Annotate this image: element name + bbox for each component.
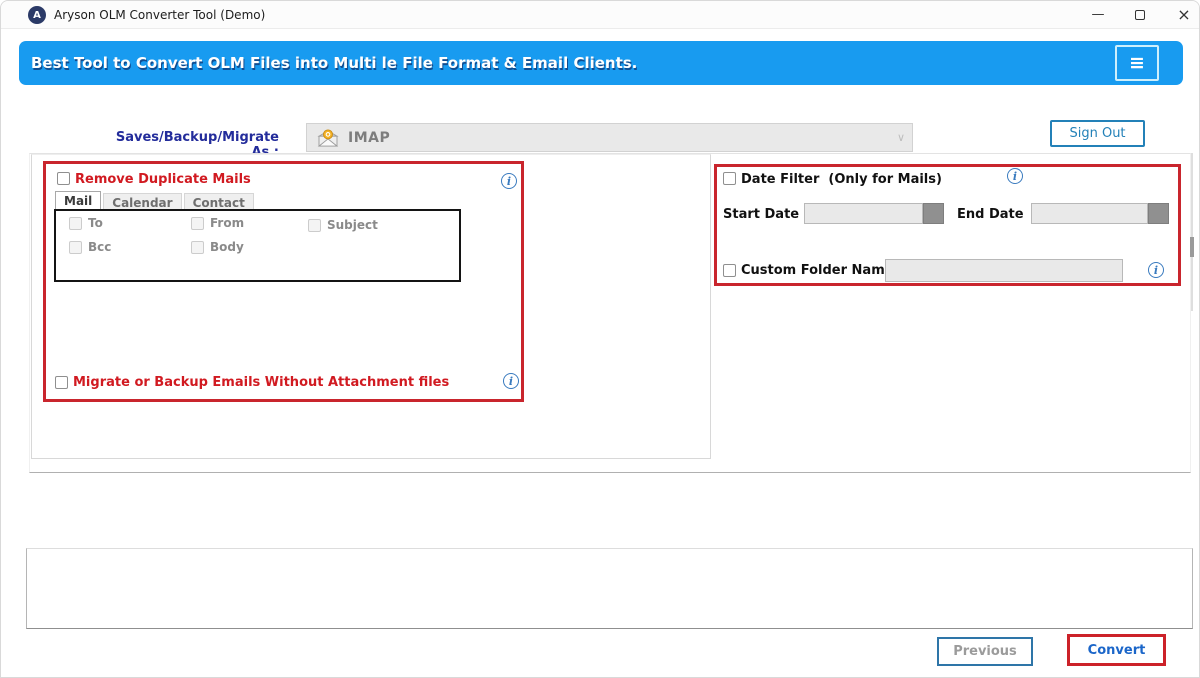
previous-button[interactable]: Previous xyxy=(937,637,1033,666)
field-to: To xyxy=(69,216,103,230)
from-checkbox[interactable] xyxy=(191,217,204,230)
scrollbar-thumb[interactable] xyxy=(1190,237,1194,257)
convert-button[interactable]: Convert xyxy=(1067,634,1166,666)
info-icon[interactable]: i xyxy=(1007,168,1023,184)
start-date-input[interactable] xyxy=(804,203,923,224)
end-date-picker-button[interactable] xyxy=(1148,203,1169,224)
app-logo-icon: A xyxy=(28,6,46,24)
without-attachment-checkbox[interactable] xyxy=(55,376,68,389)
field-bcc: Bcc xyxy=(69,240,111,254)
bcc-checkbox[interactable] xyxy=(69,241,82,254)
custom-folder-checkbox[interactable] xyxy=(723,264,736,277)
info-icon[interactable]: i xyxy=(1148,262,1164,278)
remove-duplicate-label: Remove Duplicate Mails xyxy=(75,172,251,187)
end-date-label: End Date xyxy=(957,207,1024,222)
window-title: Aryson OLM Converter Tool (Demo) xyxy=(54,8,265,22)
chevron-down-icon: ∨ xyxy=(897,131,905,144)
to-checkbox[interactable] xyxy=(69,217,82,230)
info-icon[interactable]: i xyxy=(501,173,517,189)
menu-button[interactable]: ≡ xyxy=(1115,45,1159,81)
title-bar: A Aryson OLM Converter Tool (Demo) — × xyxy=(1,1,1200,29)
maximize-button[interactable] xyxy=(1120,1,1160,28)
export-format-dropdown[interactable]: IMAP ∨ xyxy=(306,123,913,152)
custom-folder-label: Custom Folder Name xyxy=(741,263,894,278)
promo-banner: Best Tool to Convert OLM Files into Mult… xyxy=(19,41,1183,85)
body-checkbox[interactable] xyxy=(191,241,204,254)
end-date-input[interactable] xyxy=(1031,203,1148,224)
bcc-label: Bcc xyxy=(88,240,111,254)
custom-folder-input[interactable] xyxy=(885,259,1123,282)
subject-checkbox[interactable] xyxy=(308,219,321,232)
scrollbar-track[interactable] xyxy=(1191,153,1193,311)
app-window: A Aryson OLM Converter Tool (Demo) — × B… xyxy=(0,0,1200,678)
from-label: From xyxy=(210,216,244,230)
export-format-value: IMAP xyxy=(348,130,390,146)
start-date-label: Start Date xyxy=(723,207,799,222)
hamburger-icon: ≡ xyxy=(1129,52,1145,74)
maximize-icon xyxy=(1135,10,1145,20)
date-filter-label: Date Filter (Only for Mails) xyxy=(741,172,942,187)
subject-label: Subject xyxy=(327,218,378,232)
minimize-icon: — xyxy=(1092,7,1105,22)
info-icon[interactable]: i xyxy=(503,373,519,389)
close-icon: × xyxy=(1177,5,1190,24)
remove-duplicate-panel: Remove Duplicate Mails i Mail Calendar C… xyxy=(43,161,524,402)
mail-fields-box xyxy=(54,209,461,282)
to-label: To xyxy=(88,216,103,230)
banner-text: Best Tool to Convert OLM Files into Mult… xyxy=(31,41,637,85)
start-date-picker-button[interactable] xyxy=(923,203,944,224)
body-label: Body xyxy=(210,240,244,254)
field-subject: Subject xyxy=(308,218,378,232)
minimize-button[interactable]: — xyxy=(1078,1,1118,28)
email-envelope-icon xyxy=(317,129,339,147)
close-button[interactable]: × xyxy=(1167,1,1200,28)
field-body: Body xyxy=(191,240,244,254)
remove-duplicate-checkbox[interactable] xyxy=(57,172,70,185)
date-filter-panel: Date Filter (Only for Mails) i Start Dat… xyxy=(714,164,1181,286)
status-log-box xyxy=(26,548,1193,629)
without-attachment-label: Migrate or Backup Emails Without Attachm… xyxy=(73,375,449,390)
sign-out-button[interactable]: Sign Out xyxy=(1050,120,1145,147)
field-from: From xyxy=(191,216,244,230)
date-filter-checkbox[interactable] xyxy=(723,172,736,185)
